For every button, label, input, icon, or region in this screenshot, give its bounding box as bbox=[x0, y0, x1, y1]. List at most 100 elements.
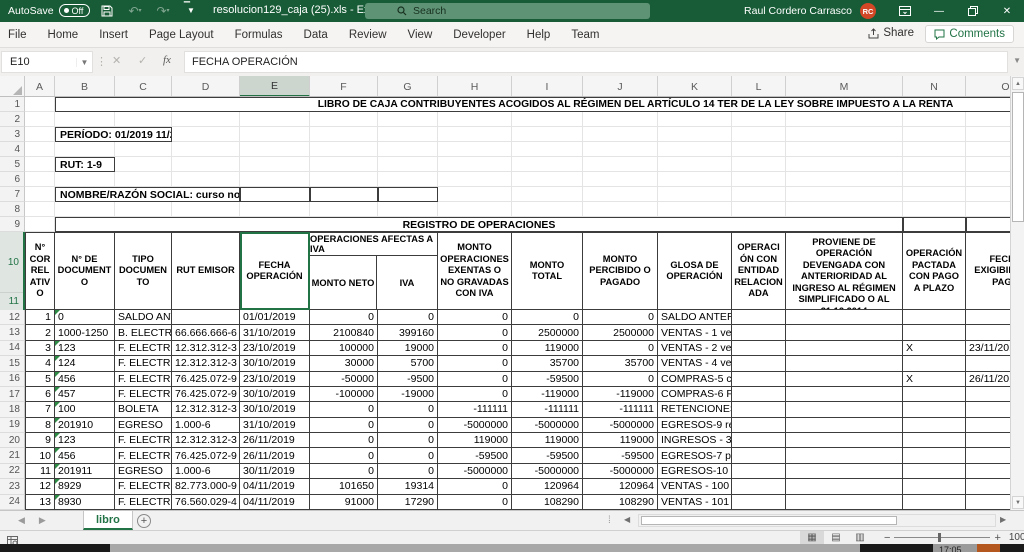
empty-cell[interactable] bbox=[786, 127, 903, 142]
empty-cell[interactable] bbox=[310, 127, 378, 142]
empty-cell[interactable] bbox=[172, 172, 240, 187]
empty-box-cell[interactable] bbox=[240, 187, 310, 202]
customize-qat-icon[interactable]: ▼▔ bbox=[184, 3, 198, 18]
cell-L23[interactable] bbox=[732, 479, 786, 494]
cell-G23[interactable]: 19314 bbox=[378, 479, 438, 494]
cell-D22[interactable]: 1.000-6 bbox=[172, 464, 240, 479]
cell-O21[interactable] bbox=[966, 448, 1010, 463]
cell-A14[interactable]: 3 bbox=[25, 341, 55, 356]
cell-M21[interactable] bbox=[786, 448, 903, 463]
column-header-N[interactable]: N bbox=[903, 76, 966, 97]
empty-cell[interactable] bbox=[240, 172, 310, 187]
row-header-block[interactable]: 1011 bbox=[0, 232, 25, 310]
empty-cell[interactable] bbox=[658, 112, 732, 127]
cell-E18[interactable]: 30/10/2019 bbox=[240, 402, 310, 417]
empty-cell[interactable] bbox=[378, 157, 438, 172]
empty-cell[interactable] bbox=[115, 157, 172, 172]
cell-G20[interactable]: 0 bbox=[378, 433, 438, 448]
column-header-C[interactable]: C bbox=[115, 76, 172, 97]
empty-cell[interactable] bbox=[732, 127, 786, 142]
cell-G22[interactable]: 0 bbox=[378, 464, 438, 479]
cell-D20[interactable]: 12.312.312-3 bbox=[172, 433, 240, 448]
redo-icon[interactable]: ↷▾ bbox=[156, 3, 170, 18]
cell-N23[interactable] bbox=[903, 479, 966, 494]
empty-cell[interactable] bbox=[115, 142, 172, 157]
cell-K20[interactable]: INGRESOS - 3 pa bbox=[658, 433, 732, 448]
cell-H20[interactable]: 119000 bbox=[438, 433, 512, 448]
name-box[interactable]: E10 ▼ bbox=[1, 51, 93, 73]
empty-cell[interactable] bbox=[25, 142, 55, 157]
empty-cell[interactable] bbox=[966, 142, 1010, 157]
tab-scroll-splitter[interactable]: ⁞ bbox=[608, 515, 611, 526]
cell-B15[interactable]: 124 bbox=[55, 356, 115, 371]
cell-L15[interactable] bbox=[732, 356, 786, 371]
row-header-10[interactable]: 10 bbox=[0, 232, 23, 293]
empty-cell[interactable] bbox=[115, 112, 172, 127]
empty-cell[interactable] bbox=[115, 172, 172, 187]
cell-B16[interactable]: 456 bbox=[55, 372, 115, 387]
header-iva[interactable]: IVA bbox=[377, 256, 437, 309]
cell-H17[interactable]: 0 bbox=[438, 387, 512, 402]
empty-cell[interactable] bbox=[240, 142, 310, 157]
column-header-E[interactable]: E bbox=[240, 76, 310, 97]
vertical-scroll-thumb[interactable] bbox=[1012, 92, 1024, 222]
cell-G24[interactable]: 17290 bbox=[378, 495, 438, 510]
cell-B24[interactable]: 8930 bbox=[55, 495, 115, 510]
close-icon[interactable]: ✕ bbox=[990, 0, 1024, 22]
header-monto-exentas[interactable]: MONTO OPERACIONES EXENTAS O NO GRAVADAS … bbox=[438, 232, 512, 310]
cell-B22[interactable]: 201911 bbox=[55, 464, 115, 479]
cell-G15[interactable]: 5700 bbox=[378, 356, 438, 371]
cell-M24[interactable] bbox=[786, 495, 903, 510]
header-monto-total[interactable]: MONTO TOTAL bbox=[512, 232, 583, 310]
cell-H13[interactable]: 0 bbox=[438, 325, 512, 340]
column-header-L[interactable]: L bbox=[732, 76, 786, 97]
cell-M16[interactable] bbox=[786, 372, 903, 387]
header-rut-emisor[interactable]: RUT EMISOR bbox=[172, 232, 240, 310]
cell-J13[interactable]: 2500000 bbox=[583, 325, 658, 340]
cell-E23[interactable]: 04/11/2019 bbox=[240, 479, 310, 494]
empty-cell[interactable] bbox=[732, 112, 786, 127]
empty-cell[interactable] bbox=[438, 172, 512, 187]
header-fecha-exigibilidad[interactable]: FECHA EXIGIBILIDAD PAGO bbox=[966, 232, 1010, 310]
ribbon-tab-insert[interactable]: Insert bbox=[99, 29, 128, 41]
empty-cell[interactable] bbox=[172, 127, 240, 142]
cell-E22[interactable]: 30/11/2019 bbox=[240, 464, 310, 479]
cell-N14[interactable]: X bbox=[903, 341, 966, 356]
empty-cell[interactable] bbox=[786, 187, 903, 202]
cell-I17[interactable]: -119000 bbox=[512, 387, 583, 402]
cell-E21[interactable]: 26/11/2019 bbox=[240, 448, 310, 463]
cell-J19[interactable]: -5000000 bbox=[583, 418, 658, 433]
cell-D16[interactable]: 76.425.072-9 bbox=[172, 372, 240, 387]
cell-D19[interactable]: 1.000-6 bbox=[172, 418, 240, 433]
cell-N19[interactable] bbox=[903, 418, 966, 433]
empty-cell[interactable] bbox=[310, 112, 378, 127]
cell-L14[interactable] bbox=[732, 341, 786, 356]
cell-C12[interactable]: SALDO ANTER bbox=[115, 310, 172, 325]
empty-cell[interactable] bbox=[732, 142, 786, 157]
empty-cell[interactable] bbox=[438, 112, 512, 127]
column-header-F[interactable]: F bbox=[310, 76, 378, 97]
cell-F24[interactable]: 91000 bbox=[310, 495, 378, 510]
cell-A23[interactable]: 12 bbox=[25, 479, 55, 494]
cell-C24[interactable]: F. ELECTRONI bbox=[115, 495, 172, 510]
cell-M23[interactable] bbox=[786, 479, 903, 494]
empty-cell[interactable] bbox=[732, 172, 786, 187]
cell-E20[interactable]: 26/11/2019 bbox=[240, 433, 310, 448]
empty-cell[interactable] bbox=[240, 202, 310, 217]
row-header-12[interactable]: 12 bbox=[0, 310, 25, 325]
empty-cell[interactable] bbox=[583, 112, 658, 127]
header-correlativo[interactable]: N° CORRELATIVO bbox=[25, 232, 55, 310]
cell-E19[interactable]: 31/10/2019 bbox=[240, 418, 310, 433]
row-header-24[interactable]: 24 bbox=[0, 495, 25, 510]
empty-cell[interactable] bbox=[378, 172, 438, 187]
cell-B14[interactable]: 123 bbox=[55, 341, 115, 356]
row-header-5[interactable]: 5 bbox=[0, 157, 25, 172]
cell-N18[interactable] bbox=[903, 402, 966, 417]
empty-cell[interactable] bbox=[310, 172, 378, 187]
cell-L16[interactable] bbox=[732, 372, 786, 387]
empty-cell[interactable] bbox=[903, 142, 966, 157]
empty-cell[interactable] bbox=[658, 142, 732, 157]
ribbon-tab-data[interactable]: Data bbox=[304, 29, 328, 41]
expand-formula-bar-icon[interactable]: ▼ bbox=[1013, 56, 1021, 65]
cell-J22[interactable]: -5000000 bbox=[583, 464, 658, 479]
